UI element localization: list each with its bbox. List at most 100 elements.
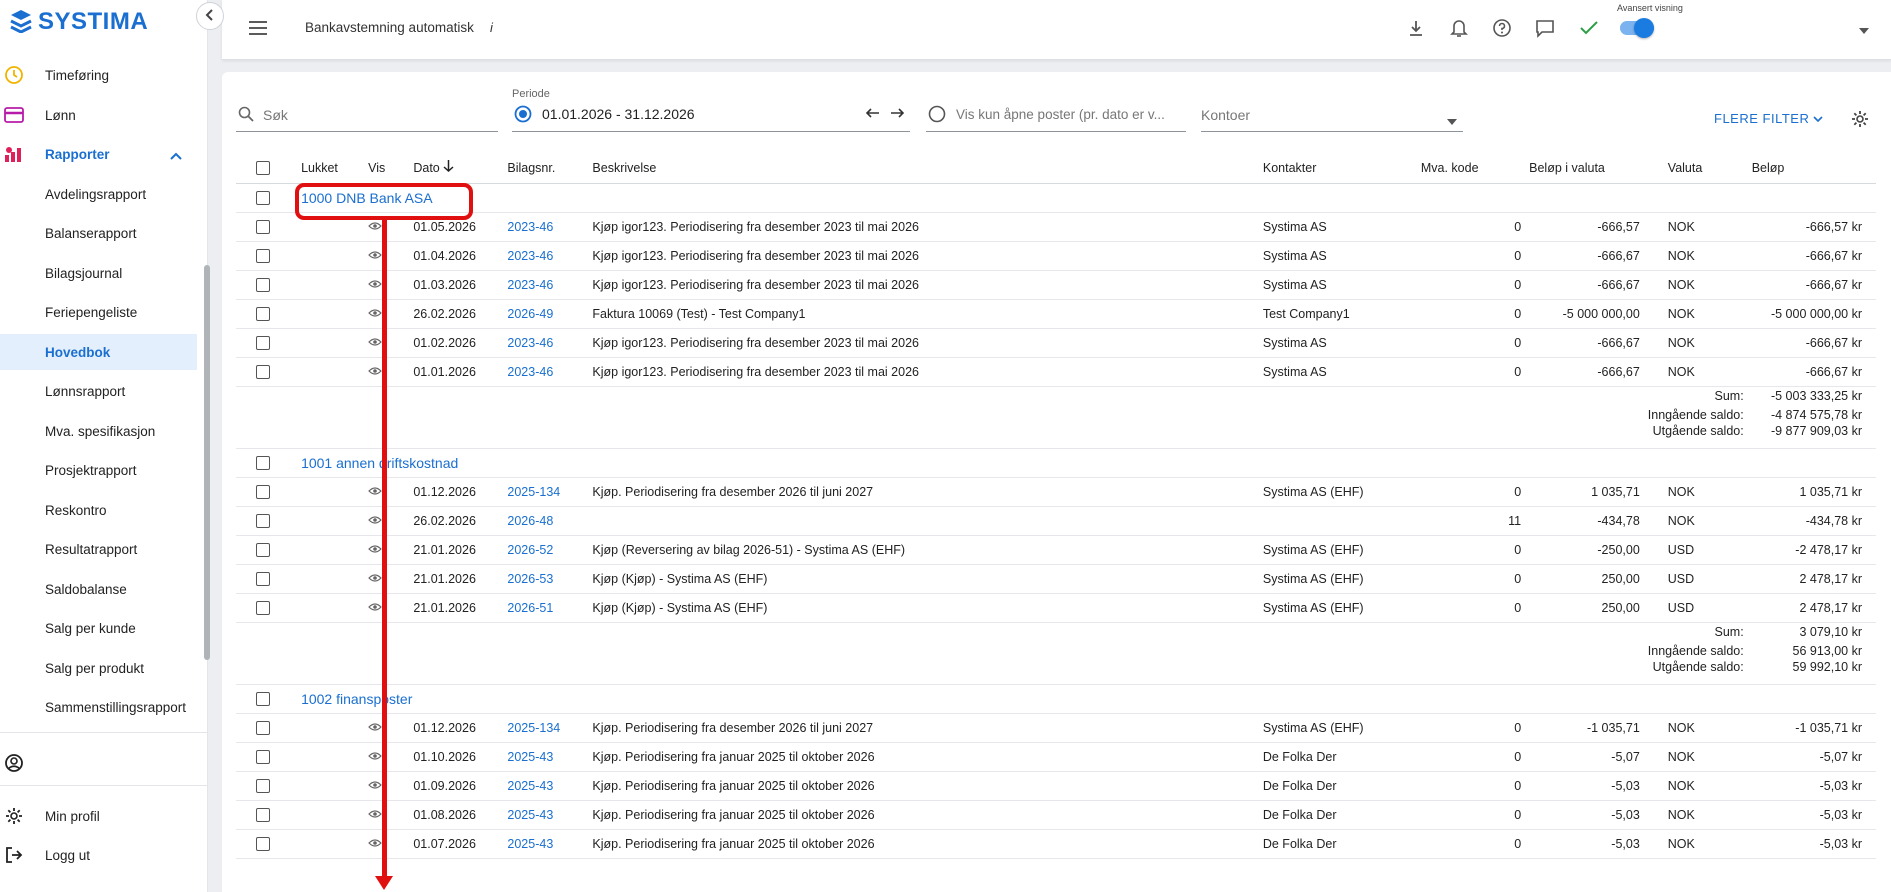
voucher-link[interactable]: 2026-48 (503, 506, 589, 536)
eye-icon[interactable] (368, 278, 383, 292)
systima-logo[interactable]: SYSTIMA (10, 8, 148, 35)
group-checkbox[interactable] (256, 190, 270, 205)
col-voucher[interactable]: Bilagsnr. (503, 153, 589, 184)
table-row[interactable]: 01.05.2026 2023-46 Kjøp igor123. Periodise… (236, 212, 1876, 242)
table-row[interactable]: 21.01.2026 2026-51 Kjøp (Kjøp) - Systima A… (236, 593, 1876, 623)
table-row[interactable]: 01.04.2026 2023-46 Kjøp igor123. Periodise… (236, 241, 1876, 271)
select-all-checkbox[interactable] (256, 161, 270, 176)
table-settings-button[interactable] (1850, 109, 1870, 132)
row-checkbox[interactable] (256, 248, 270, 263)
voucher-link[interactable]: 2023-46 (503, 241, 589, 271)
col-vat[interactable]: Mva. kode (1416, 153, 1526, 184)
eye-icon[interactable] (368, 514, 383, 528)
sidebar-item-prosjektrapport[interactable]: Prosjektrapport (0, 452, 197, 488)
search-input[interactable]: Søk (263, 107, 288, 123)
sidebar-item-saldobalanse[interactable]: Saldobalanse (0, 571, 197, 607)
collapse-sidebar-button[interactable] (196, 2, 224, 30)
voucher-link[interactable]: 2025-134 (503, 477, 589, 507)
eye-icon[interactable] (368, 249, 383, 263)
user-menu-dropdown[interactable] (1852, 17, 1876, 41)
arrow-left-icon[interactable] (865, 106, 880, 122)
table-row[interactable]: 01.07.2026 2025-43 Kjøp. Periodisering fra… (236, 829, 1876, 859)
table-row[interactable]: 01.02.2026 2023-46 Kjøp igor123. Periodise… (236, 328, 1876, 358)
eye-icon[interactable] (368, 543, 383, 557)
eye-icon[interactable] (368, 307, 383, 321)
voucher-link[interactable]: 2026-53 (503, 564, 589, 594)
sidebar-item-resultatrapport[interactable]: Resultatrapport (0, 531, 197, 567)
row-checkbox[interactable] (256, 219, 270, 234)
sidebar-item-sammenstillingsrapport[interactable]: Sammenstillingsrapport (0, 689, 197, 725)
sidebar-item-hovedbok[interactable]: Hovedbok (0, 334, 197, 370)
notifications-button[interactable] (1447, 17, 1471, 41)
voucher-link[interactable]: 2023-46 (503, 270, 589, 300)
row-checkbox[interactable] (256, 513, 270, 528)
row-checkbox[interactable] (256, 749, 270, 764)
arrow-right-icon[interactable] (890, 106, 905, 122)
row-checkbox[interactable] (256, 542, 270, 557)
table-row[interactable]: 01.12.2026 2025-134 Kjøp. Periodisering fr… (236, 477, 1876, 507)
sidebar-item-bilagsjournal[interactable]: Bilagsjournal (0, 255, 197, 291)
voucher-link[interactable]: 2026-51 (503, 593, 589, 623)
voucher-link[interactable]: 2025-43 (503, 771, 589, 801)
feedback-button[interactable] (1533, 17, 1557, 41)
row-checkbox[interactable] (256, 778, 270, 793)
col-currency[interactable]: Valuta (1643, 153, 1748, 184)
voucher-link[interactable]: 2025-43 (503, 800, 589, 830)
eye-icon[interactable] (368, 485, 383, 499)
more-filters-button[interactable]: FLERE FILTER (1714, 111, 1824, 126)
voucher-link[interactable]: 2026-52 (503, 535, 589, 565)
table-row[interactable]: 26.02.2026 2026-49 Faktura 10069 (Test) - … (236, 299, 1876, 329)
sidebar-scrollbar[interactable] (204, 265, 210, 660)
col-amount-currency[interactable]: Beløp i valuta (1525, 153, 1644, 184)
sidebar-item-salg-per-kunde[interactable]: Salg per kunde (0, 610, 197, 646)
sidebar-item-rapporter[interactable]: Rapporter (0, 136, 197, 172)
row-checkbox[interactable] (256, 364, 270, 379)
radio-unselected-icon[interactable] (928, 105, 946, 126)
row-checkbox[interactable] (256, 335, 270, 350)
eye-icon[interactable] (368, 601, 383, 615)
row-checkbox[interactable] (256, 277, 270, 292)
row-checkbox[interactable] (256, 836, 270, 851)
table-row[interactable]: 21.01.2026 2026-52 Kjøp (Reversering av bi… (236, 535, 1876, 565)
eye-icon[interactable] (368, 808, 383, 822)
table-row[interactable]: 01.09.2026 2025-43 Kjøp. Periodisering fra… (236, 771, 1876, 801)
open-posts-field[interactable]: Vis kun åpne poster (pr. dato er v... (926, 98, 1186, 132)
col-contacts[interactable]: Kontakter (1258, 153, 1417, 184)
voucher-link[interactable]: 2023-46 (503, 328, 589, 358)
row-checkbox[interactable] (256, 807, 270, 822)
row-checkbox[interactable] (256, 306, 270, 321)
radio-selected-icon[interactable] (514, 105, 532, 126)
eye-icon[interactable] (368, 572, 383, 586)
eye-icon[interactable] (368, 750, 383, 764)
row-checkbox[interactable] (256, 600, 270, 615)
sidebar-item-mva-spesifikasjon[interactable]: Mva. spesifikasjon (0, 413, 197, 449)
table-row[interactable]: 26.02.2026 2026-48 11 -434,78 NOK -434,78 kr (236, 506, 1876, 536)
col-date[interactable]: Dato (409, 153, 504, 184)
col-description[interactable]: Beskrivelse (588, 153, 1259, 184)
voucher-link[interactable]: 2025-43 (503, 829, 589, 859)
toggle-knob[interactable] (1634, 18, 1654, 38)
menu-button[interactable] (246, 17, 270, 41)
group-checkbox[interactable] (256, 691, 270, 706)
voucher-link[interactable]: 2023-46 (503, 357, 589, 387)
voucher-link[interactable]: 2026-49 (503, 299, 589, 329)
account-button[interactable] (0, 745, 197, 781)
account-link[interactable]: 1002 finansposter (301, 691, 412, 707)
account-link[interactable]: 1000 DNB Bank ASA (301, 190, 433, 206)
row-checkbox[interactable] (256, 484, 270, 499)
eye-icon[interactable] (368, 365, 383, 379)
sidebar-item-avdelingsrapport[interactable]: Avdelingsrapport (0, 176, 197, 212)
voucher-link[interactable]: 2025-134 (503, 713, 589, 743)
eye-icon[interactable] (368, 837, 383, 851)
table-row[interactable]: 01.10.2026 2025-43 Kjøp. Periodisering fra… (236, 742, 1876, 772)
col-closed[interactable]: Lukket (297, 153, 365, 184)
download-button[interactable] (1404, 17, 1428, 41)
group-checkbox[interactable] (256, 455, 270, 470)
sidebar-item-salg-per-produkt[interactable]: Salg per produkt (0, 650, 197, 686)
table-row[interactable]: 01.03.2026 2023-46 Kjøp igor123. Periodise… (236, 270, 1876, 300)
search-field[interactable]: Søk (236, 98, 498, 132)
info-icon[interactable]: i (490, 20, 493, 35)
table-row[interactable]: 21.01.2026 2026-53 Kjøp (Kjøp) - Systima A… (236, 564, 1876, 594)
help-button[interactable] (1490, 17, 1514, 41)
sidebar-item-logg-ut[interactable]: Logg ut (0, 837, 197, 873)
